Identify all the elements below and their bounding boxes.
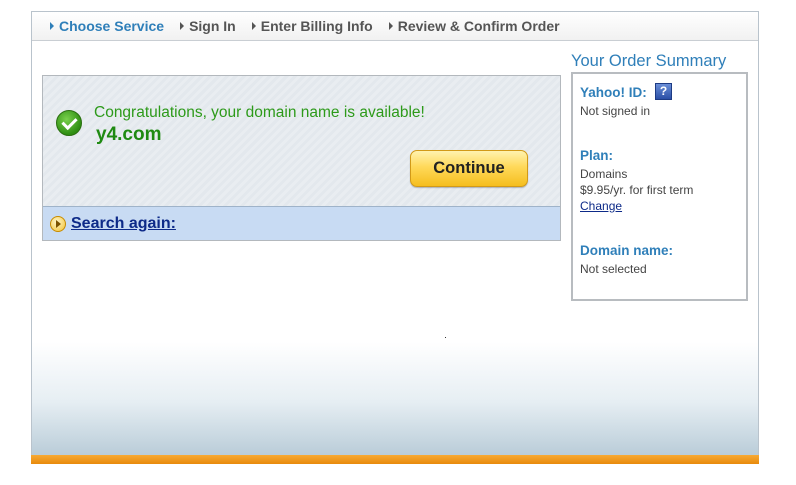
search-again-bar: Search again: bbox=[43, 206, 560, 240]
plan-name: Domains bbox=[580, 167, 628, 181]
search-again-link[interactable]: Search again: bbox=[71, 215, 176, 233]
step-label: Enter Billing Info bbox=[260, 18, 373, 34]
plan-price: $9.95/yr. for first term bbox=[580, 183, 694, 197]
change-plan-link[interactable]: Change bbox=[580, 199, 622, 213]
step-label: Choose Service bbox=[59, 18, 165, 34]
plan-label: Plan: bbox=[580, 148, 614, 163]
check-circle-icon bbox=[56, 110, 82, 136]
step-review-confirm-order[interactable]: Review & Confirm Order bbox=[388, 18, 560, 34]
yahoo-id-label: Yahoo! ID: bbox=[580, 85, 647, 100]
step-enter-billing-info[interactable]: Enter Billing Info bbox=[251, 18, 373, 34]
chevron-right-icon bbox=[50, 22, 54, 30]
main-frame: Choose Service Sign In Enter Billing Inf… bbox=[31, 11, 759, 461]
domain-name-value: Not selected bbox=[580, 262, 647, 276]
step-label: Sign In bbox=[189, 18, 236, 34]
help-icon[interactable]: ? bbox=[655, 83, 672, 100]
step-choose-service[interactable]: Choose Service bbox=[50, 18, 164, 34]
domain-name-label: Domain name: bbox=[580, 243, 674, 258]
order-summary-title: Your Order Summary bbox=[571, 52, 727, 70]
domain-name: y4.com bbox=[96, 124, 162, 145]
footer-accent-bar bbox=[31, 455, 759, 464]
step-label: Review & Confirm Order bbox=[397, 18, 560, 34]
continue-button[interactable]: Continue bbox=[410, 150, 528, 187]
play-circle-icon[interactable] bbox=[50, 215, 66, 232]
decorative-dot bbox=[445, 337, 446, 338]
availability-panel: Congratulations, your domain name is ava… bbox=[42, 75, 561, 241]
progress-steps: Choose Service Sign In Enter Billing Inf… bbox=[32, 12, 758, 41]
order-summary-panel: Yahoo! ID: ? Not signed in Plan: Domains… bbox=[571, 72, 748, 301]
chevron-right-icon bbox=[251, 22, 256, 30]
yahoo-id-value: Not signed in bbox=[580, 104, 651, 118]
chevron-right-icon bbox=[388, 22, 393, 30]
chevron-right-icon bbox=[180, 22, 185, 30]
step-sign-in[interactable]: Sign In bbox=[180, 18, 236, 34]
availability-message: Congratulations, your domain name is ava… bbox=[94, 104, 425, 121]
